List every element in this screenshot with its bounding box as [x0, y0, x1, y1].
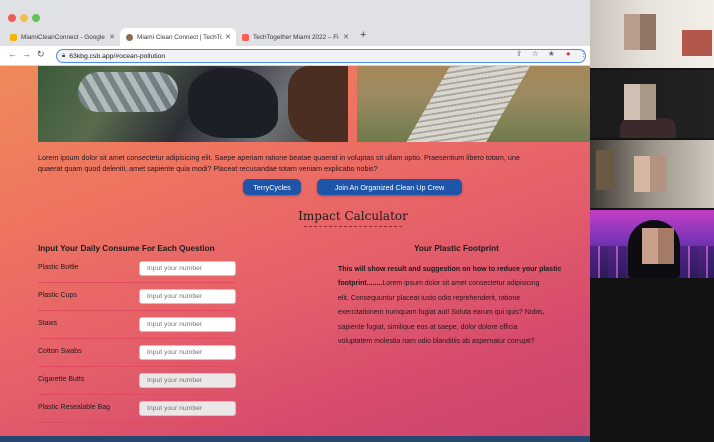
- footprint-heading: Your Plastic Footprint: [414, 244, 499, 253]
- extension-icon[interactable]: ●: [566, 49, 571, 58]
- close-window-icon[interactable]: [8, 14, 16, 22]
- result-text-line-5: voluptatem molestia nam odio blanditiis …: [338, 338, 535, 346]
- menu-icon[interactable]: ⋮: [580, 49, 588, 58]
- item-label: Plastic Bottle: [38, 264, 79, 271]
- participant-video-tile[interactable]: [590, 0, 714, 68]
- tab-techtogether-miami[interactable]: TechTogether Miami 2022 – Fi ✕: [236, 28, 354, 46]
- item-label: Staws: [38, 320, 58, 327]
- browser-window: MiamiCleanConnect - Google ✕ Miami Clean…: [0, 0, 590, 442]
- reload-icon[interactable]: ↻: [37, 49, 45, 60]
- tab-title: TechTogether Miami 2022 – Fi: [253, 33, 339, 41]
- item-label: Plastic Cups: [38, 292, 77, 299]
- calc-row-cigarette-butts: Cigarette Butts: [38, 373, 236, 395]
- page-viewport: Lorem ipsum dolor sit amet consectetur a…: [0, 66, 590, 436]
- person-illustration: [288, 66, 348, 142]
- boardwalk-illustration: [398, 66, 536, 142]
- blurred-face: [624, 84, 656, 120]
- result-text-line-3: exercitationem numquam fugiat aut! Solut…: [338, 309, 545, 317]
- intro-paragraph-line-2: quaerat quam quod deleniti, amet sapient…: [38, 164, 378, 173]
- close-tab-icon[interactable]: ✕: [225, 33, 231, 41]
- calc-row-plastic-cups: Plastic Cups: [38, 289, 236, 311]
- plastic-bottles-illustration: [78, 72, 178, 112]
- plastic-cups-input[interactable]: [139, 289, 236, 304]
- trash-bag-illustration: [188, 68, 278, 138]
- plastic-bottle-input[interactable]: [139, 261, 236, 276]
- tab-title: Miami Clean Connect | TechTo: [137, 33, 223, 41]
- terrycycles-button[interactable]: TerryCycles: [243, 179, 301, 195]
- participant-video-tile[interactable]: [590, 70, 714, 138]
- result-text-line-4: sapiente fugiat, similique eos at saepe,…: [338, 323, 518, 331]
- input-heading: Input Your Daily Consume For Each Questi…: [38, 244, 215, 253]
- item-label: Cigarette Butts: [38, 376, 85, 383]
- star-icon[interactable]: ★: [548, 49, 555, 58]
- browser-toolbar: ← → ↻ 🔒︎ 63kbg.csb.app/#ocean-pollution …: [0, 46, 590, 66]
- join-cleanup-crew-button[interactable]: Join An Organized Clean Up Crew: [317, 179, 462, 195]
- cigarette-butts-input[interactable]: [139, 373, 236, 388]
- title-underline: [304, 226, 402, 227]
- item-label: Plastic Resealable Bag: [38, 404, 110, 411]
- calc-row-cotton-swabs: Cotton Swabs: [38, 345, 236, 367]
- participant-video-tile[interactable]: [590, 140, 714, 208]
- tab-miamicleanconnect-google[interactable]: MiamiCleanConnect - Google ✕: [4, 28, 120, 46]
- hero-image-boardwalk: [357, 66, 590, 142]
- result-bold-line-2: footprint........: [338, 280, 383, 288]
- participant-video-tile[interactable]: [590, 210, 714, 278]
- participant-body: [620, 118, 676, 138]
- screen: MiamiCleanConnect - Google ✕ Miami Clean…: [0, 0, 714, 442]
- bottom-strip: [0, 436, 590, 442]
- blurred-face: [624, 14, 656, 50]
- video-call-participants: [590, 0, 714, 442]
- resealable-bag-input[interactable]: [139, 401, 236, 416]
- intro-paragraph-line-1: Lorem ipsum dolor sit amet consectetur a…: [38, 153, 520, 162]
- background-lamp: [596, 150, 614, 190]
- minimize-window-icon[interactable]: [20, 14, 28, 22]
- item-label: Cotton Swabs: [38, 348, 82, 355]
- tab-bar: MiamiCleanConnect - Google ✕ Miami Clean…: [0, 0, 590, 46]
- new-tab-icon[interactable]: +: [360, 29, 366, 41]
- cotton-swabs-input[interactable]: [139, 345, 236, 360]
- share-icon[interactable]: ⇪: [516, 49, 522, 58]
- figma-favicon-icon: [242, 33, 249, 41]
- docs-favicon-icon: [10, 33, 17, 41]
- straws-input[interactable]: [139, 317, 236, 332]
- close-tab-icon[interactable]: ✕: [109, 33, 115, 41]
- tab-miami-clean-connect[interactable]: Miami Clean Connect | TechTo ✕: [120, 28, 236, 46]
- footprint-result: This will show result and suggestion on …: [338, 263, 588, 349]
- maximize-window-icon[interactable]: [32, 14, 40, 22]
- result-bold-line-1: This will show result and suggestion on …: [338, 266, 562, 273]
- blurred-face: [642, 228, 674, 264]
- blurred-face: [634, 156, 666, 192]
- lock-icon: 🔒︎: [62, 52, 66, 59]
- address-bar[interactable]: 🔒︎ 63kbg.csb.app/#ocean-pollution: [56, 49, 586, 63]
- url-text: 63kbg.csb.app/#ocean-pollution: [69, 52, 166, 60]
- calc-row-straws: Staws: [38, 317, 236, 339]
- tab-title: MiamiCleanConnect - Google: [21, 33, 105, 41]
- bookmark-icon[interactable]: ☆: [532, 49, 539, 58]
- back-icon[interactable]: ←: [8, 49, 17, 59]
- result-text-line-1: Lorem ipsum dolor sit amet consectetur a…: [382, 280, 540, 288]
- forward-icon[interactable]: →: [22, 49, 31, 59]
- calc-row-resealable-bag: Plastic Resealable Bag: [38, 401, 236, 423]
- result-text-line-2: elit. Consequuntur placeat iusto odio re…: [338, 294, 521, 302]
- site-favicon-icon: [126, 33, 133, 41]
- calc-row-plastic-bottle: Plastic Bottle: [38, 261, 236, 283]
- close-tab-icon[interactable]: ✕: [343, 33, 349, 41]
- background-shelf: [682, 30, 712, 56]
- impact-calculator-title: Impact Calculator: [298, 209, 408, 223]
- hero-image-cleanup: [38, 66, 348, 142]
